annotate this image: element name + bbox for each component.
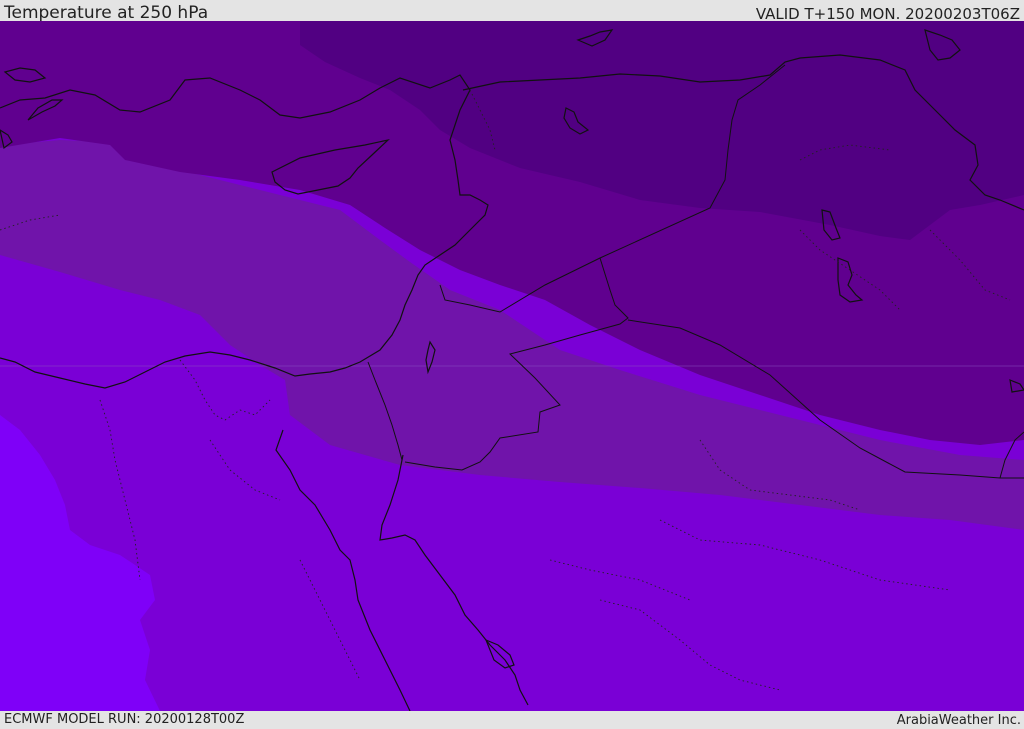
temperature-map[interactable] (0, 21, 1024, 711)
map-footer: ECMWF MODEL RUN: 20200128T00Z ArabiaWeat… (0, 711, 1024, 729)
map-header: Temperature at 250 hPa VALID T+150 MON. … (0, 0, 1024, 23)
model-run: ECMWF MODEL RUN: 20200128T00Z (4, 712, 245, 727)
map-title: Temperature at 250 hPa (4, 3, 209, 23)
credit: ArabiaWeather Inc. (896, 713, 1021, 728)
